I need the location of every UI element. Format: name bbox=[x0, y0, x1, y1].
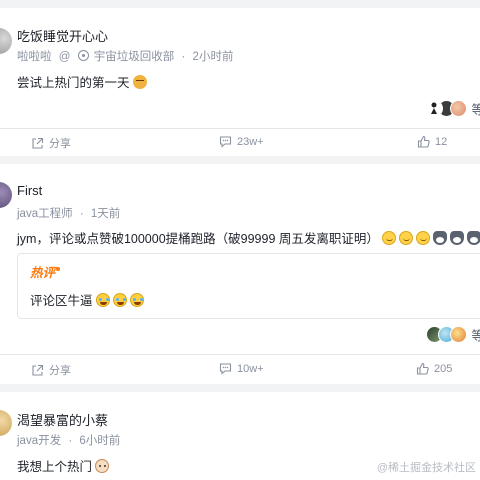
comment-meta: java工程师 · 1天前 bbox=[17, 208, 121, 220]
comment-text: jym，评论或点赞破100000提桶跑路（破99999 周五发离职证明） bbox=[17, 228, 480, 247]
reactors-more: 等 bbox=[471, 328, 480, 343]
laugh-emoji bbox=[129, 293, 144, 307]
comment-time: 2小时前 bbox=[192, 51, 234, 63]
avatar[interactable] bbox=[0, 410, 12, 436]
share-icon bbox=[32, 364, 44, 376]
job-title: java开发 bbox=[17, 435, 62, 447]
reactor-avatar bbox=[450, 325, 468, 343]
share-button[interactable]: 分享 bbox=[31, 135, 71, 151]
husky-emoji bbox=[449, 231, 464, 245]
husky-emoji bbox=[432, 231, 447, 245]
laugh-emoji bbox=[95, 293, 110, 307]
comment-time: 6小时前 bbox=[79, 435, 121, 447]
thumbs-up-icon bbox=[416, 362, 429, 375]
reactors-more: 等 bbox=[471, 102, 480, 117]
comment-button[interactable]: 23w+ bbox=[219, 135, 264, 148]
comment-card: 吃饭睡觉开心心 啦啦啦 @ 宇宙垃圾回收部 · 2小时前 尝试上热门的第一天 等… bbox=[0, 8, 480, 156]
avatar[interactable] bbox=[0, 182, 12, 208]
building-icon bbox=[77, 50, 89, 61]
thumbs-up-icon bbox=[417, 135, 430, 148]
comment-button[interactable]: 10w+ bbox=[219, 362, 264, 375]
comment-username[interactable]: 渴望暴富的小蔡 bbox=[17, 410, 108, 429]
company-label: 宇宙垃圾回收部 bbox=[77, 50, 178, 63]
smirk-emoji bbox=[415, 231, 430, 245]
comment-icon bbox=[219, 136, 232, 148]
angry-emoji bbox=[132, 75, 147, 89]
user-nickname: 啦啦啦 bbox=[17, 51, 52, 63]
hot-reply-box[interactable]: 热评 评论区牛逼 bbox=[17, 253, 480, 319]
divider bbox=[0, 128, 480, 129]
like-button[interactable]: 205 bbox=[416, 362, 452, 375]
reactor-avatars[interactable]: 等 bbox=[426, 324, 480, 344]
dog-emoji bbox=[95, 459, 110, 473]
avatar[interactable] bbox=[0, 28, 12, 54]
hot-reply-text: 评论区牛逼 bbox=[30, 290, 144, 309]
comment-username[interactable]: 吃饭睡觉开心心 bbox=[17, 26, 108, 45]
smirk-emoji bbox=[381, 231, 396, 245]
share-icon bbox=[32, 137, 44, 149]
like-button[interactable]: 12 bbox=[417, 135, 447, 148]
husky-emoji bbox=[466, 231, 480, 245]
share-button[interactable]: 分享 bbox=[31, 362, 71, 378]
laugh-emoji bbox=[112, 293, 127, 307]
watermark: @稀土掘金技术社区 bbox=[376, 462, 476, 474]
comment-meta: java开发 · 6小时前 bbox=[17, 435, 121, 447]
job-title: java工程师 bbox=[17, 208, 73, 220]
comment-card: First java工程师 · 1天前 jym，评论或点赞破100000提桶跑路… bbox=[0, 164, 480, 384]
comment-text: 尝试上热门的第一天 bbox=[17, 72, 147, 91]
reactor-avatars[interactable]: 等 bbox=[426, 98, 480, 118]
smirk-emoji bbox=[398, 231, 413, 245]
comment-username[interactable]: First bbox=[17, 183, 42, 198]
hot-comment-tag: 热评 bbox=[30, 262, 61, 281]
comment-meta: 啦啦啦 @ 宇宙垃圾回收部 · 2小时前 bbox=[17, 50, 234, 63]
comment-text: 我想上个热门 bbox=[17, 456, 110, 475]
reactor-avatar bbox=[426, 99, 444, 117]
divider bbox=[0, 354, 480, 355]
comment-icon bbox=[219, 363, 232, 375]
reactor-avatar bbox=[450, 99, 468, 117]
comment-time: 1天前 bbox=[90, 208, 121, 220]
